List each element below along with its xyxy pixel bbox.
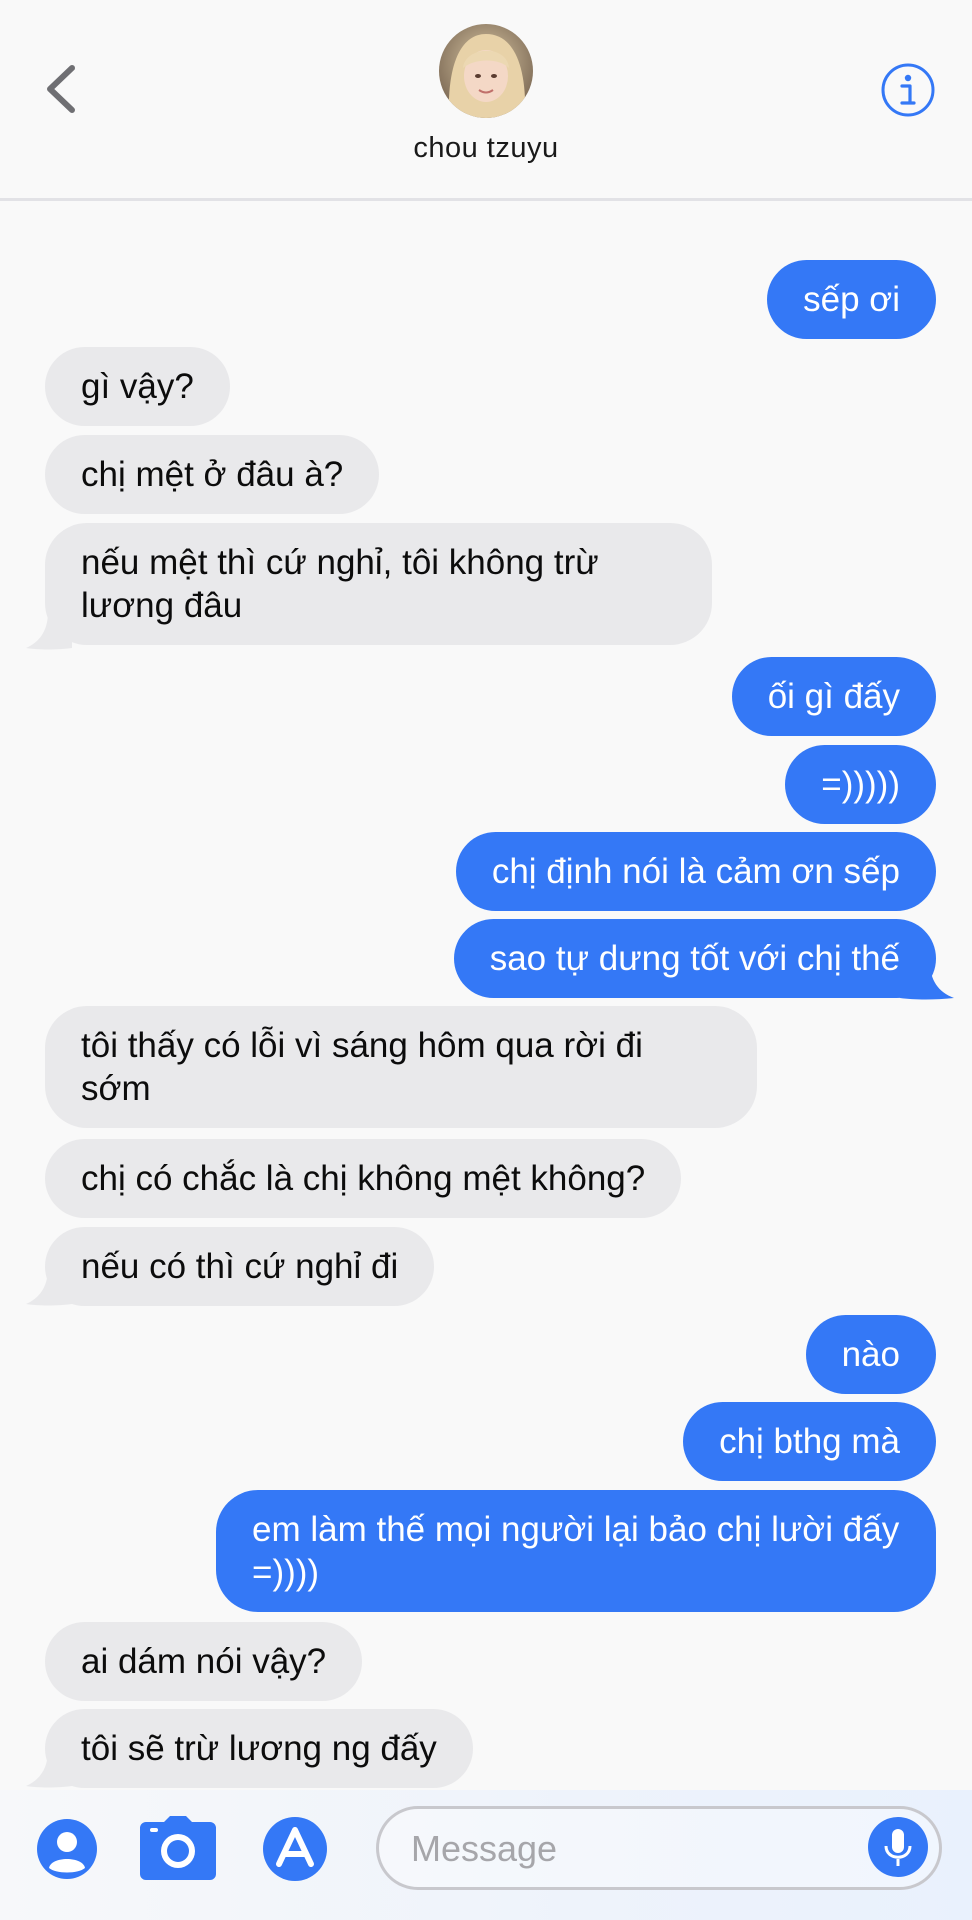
app-store-button[interactable] xyxy=(262,1816,328,1882)
contacts-icon xyxy=(37,1819,97,1879)
conversation-header: chou tzuyu xyxy=(0,0,972,201)
message-input-container xyxy=(376,1806,942,1890)
message-bubble-incoming[interactable]: gì vậy? xyxy=(45,347,230,426)
contacts-button[interactable] xyxy=(36,1818,98,1880)
contact-avatar[interactable] xyxy=(439,24,533,118)
message-bubble-incoming[interactable]: ai dám nói vậy? xyxy=(45,1622,363,1701)
bubble-tail xyxy=(26,1268,72,1306)
info-icon xyxy=(881,63,935,117)
back-button[interactable] xyxy=(40,60,86,118)
message-bubble-outgoing[interactable]: sao tự dưng tốt với chị thế xyxy=(453,919,936,998)
message-bubble-outgoing[interactable]: ối gì đấy xyxy=(731,657,936,736)
message-bubble-outgoing[interactable]: nào xyxy=(805,1315,936,1394)
message-bubble-incoming[interactable]: chị mệt ở đâu à? xyxy=(45,435,380,514)
bubble-tail xyxy=(26,612,72,650)
message-bubble-incoming[interactable]: nếu có thì cứ nghỉ đi xyxy=(45,1227,435,1306)
message-bubble-outgoing[interactable]: em làm thế mọi người lại bảo chị lười đấ… xyxy=(216,1490,936,1612)
message-bubble-outgoing[interactable]: chị bthg mà xyxy=(683,1402,936,1481)
composer-bar xyxy=(0,1790,972,1920)
message-input[interactable] xyxy=(409,1823,833,1875)
message-bubble-incoming[interactable]: nếu mệt thì cứ nghỉ, tôi không trừ lương… xyxy=(45,523,712,645)
dictation-button[interactable] xyxy=(867,1816,929,1878)
info-button[interactable] xyxy=(880,62,936,118)
camera-icon xyxy=(140,1816,216,1880)
message-bubble-outgoing[interactable]: =))))) xyxy=(785,745,936,824)
message-bubble-outgoing[interactable]: sếp ơi xyxy=(767,260,936,339)
camera-button[interactable] xyxy=(140,1816,216,1880)
app-store-icon xyxy=(263,1817,327,1881)
chevron-left-icon xyxy=(47,65,75,113)
bubble-tail xyxy=(900,962,954,1000)
message-bubble-outgoing[interactable]: chị định nói là cảm ơn sếp xyxy=(455,832,936,911)
bubble-tail xyxy=(26,1750,72,1788)
message-bubble-incoming[interactable]: chị có chắc là chị không mệt không? xyxy=(45,1139,682,1218)
message-bubble-incoming[interactable]: tôi sẽ trừ lương ng đấy xyxy=(45,1709,473,1788)
contact-name[interactable]: chou tzuyu xyxy=(0,132,972,165)
message-bubble-incoming[interactable]: tôi thấy có lỗi vì sáng hôm qua rời đi s… xyxy=(45,1006,757,1128)
microphone-icon xyxy=(868,1817,928,1877)
